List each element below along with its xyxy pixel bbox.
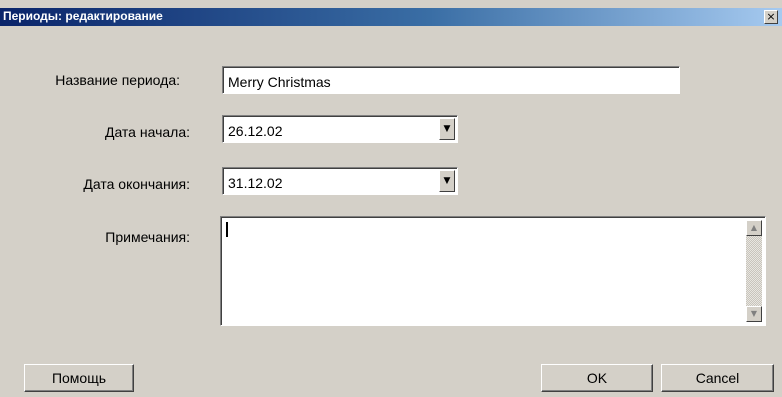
period-name-value: Merry Christmas bbox=[228, 74, 331, 90]
text-caret bbox=[226, 222, 228, 237]
chevron-down-icon: ▼ bbox=[443, 124, 451, 134]
start-date-value: 26.12.02 bbox=[228, 123, 283, 139]
start-date-select[interactable]: 26.12.02 ▼ bbox=[222, 115, 458, 143]
scroll-down-button[interactable]: ▼ bbox=[746, 306, 762, 322]
notes-textarea[interactable]: ▲ ▼ bbox=[220, 216, 766, 326]
arrow-down-icon: ▼ bbox=[750, 309, 758, 318]
close-button[interactable]: × bbox=[764, 10, 778, 24]
end-date-select[interactable]: 31.12.02 ▼ bbox=[222, 167, 458, 195]
edit-period-dialog: Периоды: редактирование × Название перио… bbox=[0, 0, 782, 397]
notes-label: Примечания: bbox=[105, 229, 190, 245]
period-name-input[interactable]: Merry Christmas bbox=[222, 66, 680, 94]
title-bar: Периоды: редактирование × bbox=[0, 8, 782, 26]
end-date-dropdown-button[interactable]: ▼ bbox=[439, 170, 455, 192]
arrow-up-icon: ▲ bbox=[750, 223, 758, 232]
end-date-value: 31.12.02 bbox=[228, 175, 283, 191]
end-date-label: Дата окончания: bbox=[83, 176, 190, 192]
notes-scrollbar[interactable]: ▲ ▼ bbox=[746, 220, 762, 322]
cancel-button[interactable]: Cancel bbox=[661, 364, 774, 392]
period-name-label: Название периода: bbox=[55, 72, 180, 88]
start-date-dropdown-button[interactable]: ▼ bbox=[439, 118, 455, 140]
ok-button[interactable]: OK bbox=[541, 364, 653, 392]
scroll-up-button[interactable]: ▲ bbox=[746, 220, 762, 236]
window-title: Периоды: редактирование bbox=[3, 9, 163, 23]
chevron-down-icon: ▼ bbox=[443, 176, 451, 186]
close-icon: × bbox=[766, 10, 776, 23]
help-button[interactable]: Помощь bbox=[24, 364, 134, 392]
start-date-label: Дата начала: bbox=[104, 124, 190, 140]
